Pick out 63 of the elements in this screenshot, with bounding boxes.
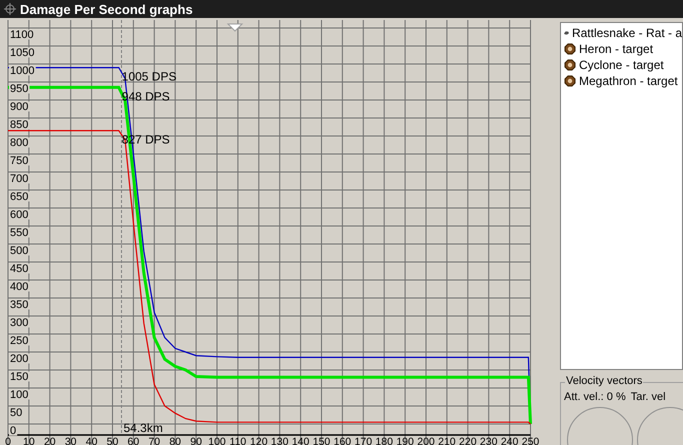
x-tick-label: 100	[208, 436, 226, 445]
y-tick-label: 700	[10, 173, 28, 185]
y-tick-label: 500	[10, 245, 28, 257]
crosshair-icon	[4, 3, 16, 15]
y-tick-label: 850	[10, 119, 28, 131]
x-tick-label: 250	[522, 436, 540, 445]
x-tick-label: 60	[128, 436, 140, 445]
list-item[interactable]: Heron - target	[564, 41, 682, 57]
y-tick-label: 1100	[10, 29, 34, 41]
y-tick-label: 50	[10, 407, 22, 419]
x-tick-label: 150	[312, 436, 330, 445]
y-tick-label: 450	[10, 263, 28, 275]
y-tick-label: 250	[10, 335, 28, 347]
y-tick-label: 1000	[10, 65, 34, 77]
y-tick-label: 900	[10, 101, 28, 113]
x-tick-label: 210	[438, 436, 456, 445]
y-tick-label: 0	[10, 425, 16, 437]
range-label: 54.3km	[123, 421, 163, 435]
x-tick-label: 10	[23, 436, 35, 445]
x-tick-label: 180	[375, 436, 393, 445]
x-tick-label: 160	[334, 436, 352, 445]
x-tick-label: 70	[148, 436, 160, 445]
x-tick-label: 200	[417, 436, 435, 445]
x-tick-label: 80	[169, 436, 182, 445]
x-tick-label: 190	[396, 436, 414, 445]
y-tick-label: 750	[10, 155, 28, 167]
list-item[interactable]: Rattlesnake - Rat - a	[564, 25, 682, 41]
x-tick-label: 0	[5, 436, 11, 445]
triangle-marker-icon[interactable]	[226, 24, 244, 32]
target-icon	[564, 75, 576, 87]
y-tick-label: 550	[10, 227, 28, 239]
x-tick-label: 30	[64, 436, 77, 445]
list-item[interactable]: Cyclone - target	[564, 57, 682, 73]
y-tick-label: 650	[10, 191, 28, 203]
window-title: Damage Per Second graphs	[20, 2, 193, 16]
x-tick-label: 230	[480, 436, 498, 445]
y-tick-label: 100	[10, 389, 28, 401]
y-tick-label: 200	[10, 353, 28, 365]
target-icon	[564, 59, 576, 71]
x-tick-label: 40	[86, 436, 98, 445]
y-tick-label: 800	[10, 137, 28, 149]
x-tick-label: 140	[292, 436, 310, 445]
x-tick-label: 220	[459, 436, 477, 445]
x-tick-label: 120	[250, 436, 268, 445]
x-tick-label: 90	[190, 436, 202, 445]
y-tick-label: 600	[10, 209, 28, 221]
list-item[interactable]: Megathron - target	[564, 73, 682, 89]
x-tick-label: 130	[270, 436, 288, 445]
y-tick-label: 950	[10, 83, 28, 95]
y-tick-label: 1050	[10, 47, 34, 59]
x-tick-label: 50	[106, 436, 118, 445]
x-tick-label: 110	[230, 436, 246, 445]
y-tick-label: 150	[10, 371, 28, 383]
target-velocity-label: Tar. vel	[630, 390, 666, 404]
group-title: Velocity vectors	[565, 376, 644, 386]
x-tick-label: 240	[500, 436, 518, 445]
x-tick-label: 170	[354, 436, 372, 445]
target-icon	[564, 43, 576, 55]
y-tick-label: 300	[10, 317, 28, 329]
y-tick-label: 400	[10, 281, 28, 293]
attacker-velocity-label: Att. vel.: 0 %	[564, 390, 626, 404]
y-tick-label: 350	[10, 299, 28, 311]
x-tick-label: 20	[44, 436, 56, 445]
